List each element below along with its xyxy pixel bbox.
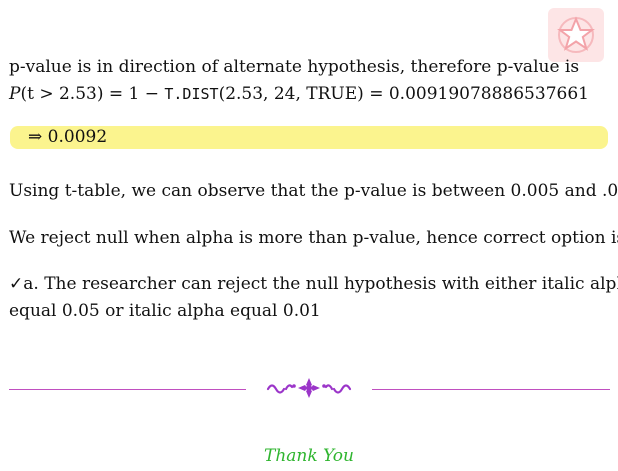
divider-left-line [9, 389, 246, 390]
thank-you-text: Thank You [263, 446, 354, 466]
correct-option-line-1: ✓a. The researcher can reject the null h… [9, 274, 618, 294]
formula-inequality: (t > 2.53) = 1 − [20, 84, 165, 104]
floral-ornament-icon [266, 378, 352, 398]
p-value-formula: P(t > 2.53) = 1 − T.DIST(2.53, 24, TRUE)… [9, 84, 589, 104]
formula-result: = 0.00919078886537661 [363, 84, 589, 104]
intro-sentence: p-value is in direction of alternate hyp… [9, 57, 580, 77]
divider-right-line [372, 389, 610, 390]
formula-arguments: (2.53, 24, TRUE) [218, 84, 364, 104]
correct-option-text: a. The researcher can reject the null hy… [23, 274, 618, 294]
t-table-note: Using t-table, we can observe that the p… [9, 181, 618, 201]
answer-highlight-box: ⇒ 0.0092 [10, 126, 608, 149]
site-logo [548, 8, 604, 62]
implies-arrow-icon: ⇒ [28, 127, 43, 147]
star-logo-icon [557, 16, 595, 53]
checkmark-icon: ✓ [9, 274, 24, 294]
correct-option-line-2: equal 0.05 or italic alpha equal 0.01 [9, 301, 321, 321]
answer-text: ⇒ 0.0092 [28, 127, 107, 148]
formula-prob-symbol: P [9, 84, 21, 104]
answer-value: 0.0092 [47, 127, 108, 147]
formula-function: T.DIST [164, 85, 219, 103]
conclusion-text: We reject null when alpha is more than p… [9, 228, 618, 248]
